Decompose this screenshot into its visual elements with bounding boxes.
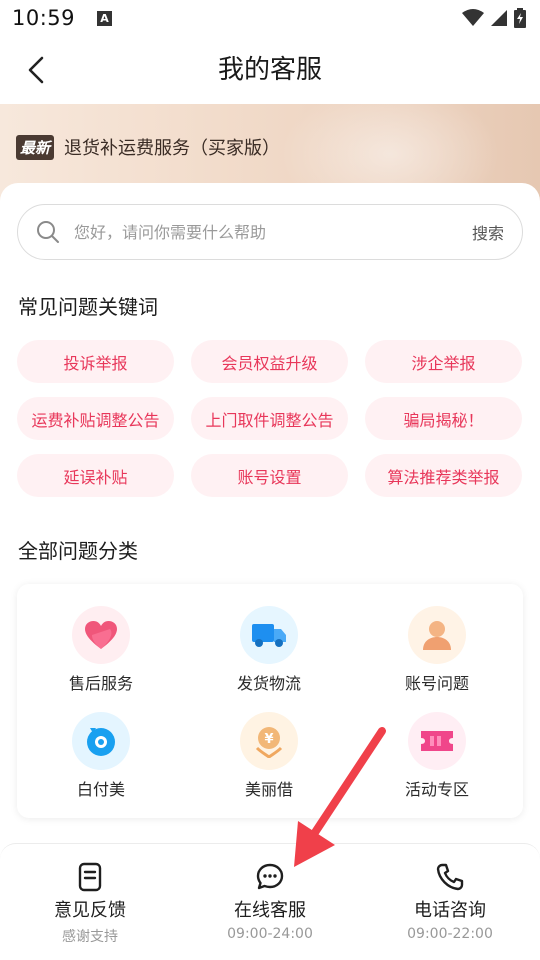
- status-icons: [462, 8, 526, 28]
- keyword-chip[interactable]: 运费补贴调整公告: [17, 397, 174, 440]
- category-label: 白付美: [76, 780, 125, 799]
- search-icon: [37, 221, 59, 243]
- ticket-icon: [408, 712, 466, 770]
- main-card: 搜索 常见问题关键词 投诉举报 会员权益升级 涉企举报 运费补贴调整公告 上门取…: [0, 183, 540, 843]
- battery-icon: [514, 8, 526, 28]
- feedback-button[interactable]: 意见反馈 感谢支持: [0, 844, 180, 960]
- status-time: 10:59: [12, 6, 76, 30]
- keyword-grid: 投诉举报 会员权益升级 涉企举报 运费补贴调整公告 上门取件调整公告 骗局揭秘！…: [17, 340, 523, 497]
- back-button[interactable]: [18, 52, 54, 88]
- keyword-chip[interactable]: 账号设置: [191, 454, 348, 497]
- category-label: 售后服务: [68, 674, 133, 693]
- bottom-label: 在线客服: [234, 900, 306, 921]
- search-input[interactable]: [74, 222, 472, 242]
- wallet-icon: [72, 712, 130, 770]
- svg-text:¥: ¥: [264, 732, 273, 747]
- heart-icon: [72, 606, 130, 664]
- page-title: 我的客服: [217, 55, 322, 85]
- feedback-icon: [78, 862, 102, 892]
- category-panel: 售后服务 发货物流 账号问题 白付美 ¥ 美丽借 活动专区: [17, 584, 523, 818]
- bottom-bar: 意见反馈 感谢支持 在线客服 09:00-24:00 电话咨询 09:00-22…: [0, 843, 540, 960]
- keyword-chip[interactable]: 会员权益升级: [191, 340, 348, 383]
- chevron-left-icon: [28, 56, 44, 84]
- keyword-chip[interactable]: 延误补贴: [17, 454, 174, 497]
- bottom-sub: 09:00-22:00: [407, 926, 493, 942]
- yen-icon: ¥: [240, 712, 298, 770]
- category-events[interactable]: 活动专区: [353, 712, 521, 806]
- bottom-label: 意见反馈: [54, 900, 126, 921]
- keyword-chip[interactable]: 骗局揭秘！: [365, 397, 522, 440]
- online-service-button[interactable]: 在线客服 09:00-24:00: [180, 844, 360, 960]
- wifi-icon: [462, 9, 484, 26]
- keyword-chip[interactable]: 上门取件调整公告: [191, 397, 348, 440]
- user-icon: [408, 606, 466, 664]
- bottom-sub: 09:00-24:00: [227, 926, 313, 942]
- status-bar: 10:59 A: [0, 0, 540, 36]
- category-meilijie[interactable]: ¥ 美丽借: [185, 712, 353, 806]
- category-label: 活动专区: [404, 780, 469, 799]
- category-grid: 售后服务 发货物流 账号问题 白付美 ¥ 美丽借 活动专区: [17, 606, 523, 806]
- keyword-chip[interactable]: 涉企举报: [365, 340, 522, 383]
- category-account[interactable]: 账号问题: [353, 606, 521, 700]
- new-badge: 最新: [16, 134, 55, 160]
- banner-text: 退货补运费服务（买家版）: [64, 138, 281, 159]
- categories-title: 全部问题分类: [18, 539, 138, 563]
- signal-icon: [491, 10, 507, 26]
- category-logistics[interactable]: 发货物流: [185, 606, 353, 700]
- bottom-label: 电话咨询: [414, 900, 486, 921]
- nav-bar: 我的客服: [0, 36, 540, 104]
- category-label: 账号问题: [404, 674, 469, 693]
- keyword-chip[interactable]: 算法推荐类举报: [365, 454, 522, 497]
- bottom-sub: 感谢支持: [62, 929, 118, 945]
- notification-icon: A: [97, 10, 113, 26]
- chat-icon: [256, 863, 284, 890]
- category-after-sales[interactable]: 售后服务: [17, 606, 185, 700]
- banner-row: 最新 退货补运费服务（买家版）: [16, 134, 280, 160]
- search-button[interactable]: 搜索: [472, 220, 504, 244]
- category-label: 发货物流: [236, 674, 301, 693]
- category-label: 美丽借: [244, 780, 293, 799]
- category-baifumei[interactable]: 白付美: [17, 712, 185, 806]
- keywords-title: 常见问题关键词: [18, 295, 158, 319]
- search-bar: 搜索: [17, 204, 523, 260]
- keyword-chip[interactable]: 投诉举报: [17, 340, 174, 383]
- phone-icon: [436, 863, 464, 891]
- phone-consult-button[interactable]: 电话咨询 09:00-22:00: [360, 844, 540, 960]
- truck-icon: [240, 606, 298, 664]
